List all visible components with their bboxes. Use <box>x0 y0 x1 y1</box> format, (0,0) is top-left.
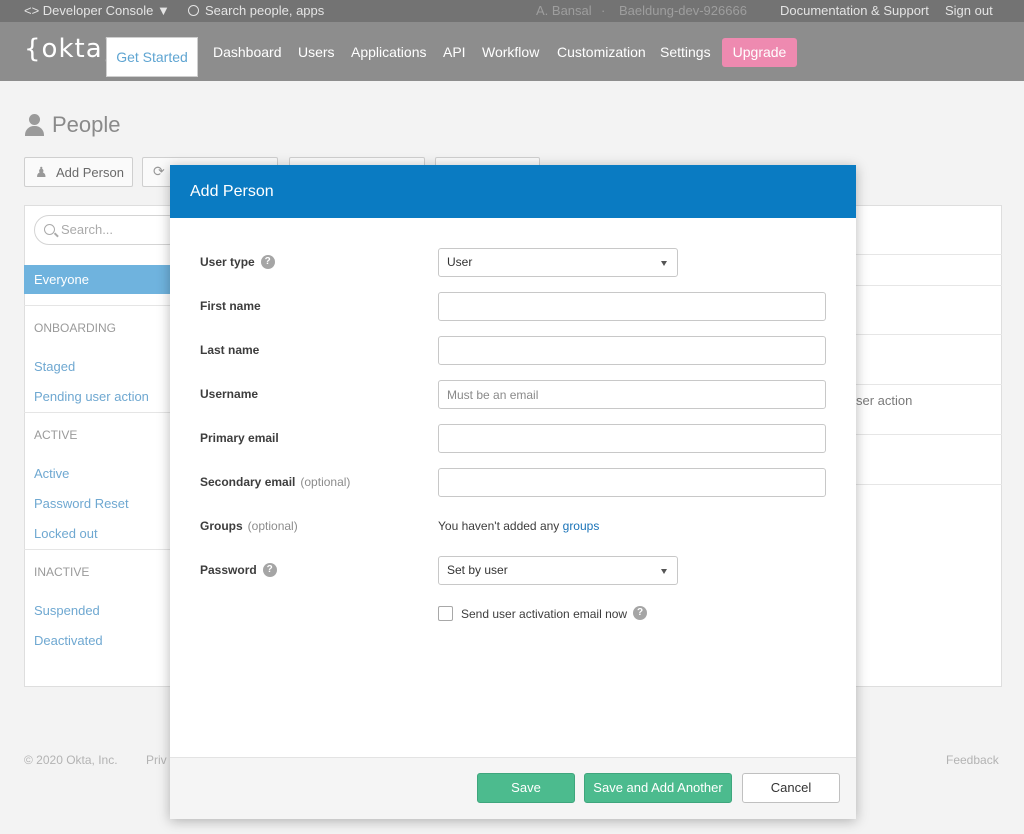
save-button[interactable]: Save <box>477 773 575 803</box>
separator: · <box>601 3 606 18</box>
password-value: Set by user <box>447 563 508 577</box>
sidebar-item-suspended[interactable]: Suspended <box>34 603 100 618</box>
sidebar-item-deactivated[interactable]: Deactivated <box>34 633 103 648</box>
primary-email-label: Primary email <box>200 431 279 445</box>
last-name-field[interactable] <box>438 336 826 365</box>
footer-copyright: © 2020 Okta, Inc. <box>24 753 118 767</box>
activation-email-checkbox[interactable] <box>438 606 453 621</box>
table-cell-status: ser action <box>856 393 913 408</box>
username-field[interactable] <box>438 380 826 409</box>
sidebar-heading-active: ACTIVE <box>34 428 78 442</box>
nav-settings[interactable]: Settings <box>660 44 711 60</box>
save-and-add-another-button[interactable]: Save and Add Another <box>584 773 732 803</box>
cancel-button[interactable]: Cancel <box>742 773 840 803</box>
nav-applications[interactable]: Applications <box>351 44 427 60</box>
nav-customization[interactable]: Customization <box>557 44 646 60</box>
first-name-field[interactable] <box>438 292 826 321</box>
people-search-input[interactable]: Search... <box>34 215 184 245</box>
groups-link[interactable]: groups <box>563 519 600 533</box>
sidebar-item-password-reset[interactable]: Password Reset <box>34 496 129 511</box>
add-person-label: Add Person <box>56 165 124 180</box>
first-name-label: First name <box>200 299 261 313</box>
refresh-icon: ⟳ <box>153 163 165 179</box>
activation-email-option: Send user activation email now ? <box>438 605 648 621</box>
add-person-button[interactable]: ♟ Add Person <box>24 157 133 187</box>
divider <box>24 549 174 550</box>
password-label: Password? <box>200 562 277 578</box>
upgrade-button[interactable]: Upgrade <box>722 38 797 67</box>
user-type-label-text: User type <box>200 255 255 269</box>
docs-link[interactable]: Documentation & Support <box>780 3 929 18</box>
table-row-divider <box>856 254 1002 255</box>
top-bar: <> Developer Console ▼ Search people, ap… <box>0 0 1024 22</box>
sidebar-item-locked-out[interactable]: Locked out <box>34 526 98 541</box>
get-started-button[interactable]: Get Started <box>106 37 198 77</box>
footer-privacy-link[interactable]: Priv <box>146 753 167 767</box>
sidebar-item-everyone[interactable]: Everyone <box>24 265 174 294</box>
activation-email-label[interactable]: Send user activation email now <box>461 607 627 621</box>
divider <box>24 305 174 306</box>
developer-console-menu[interactable]: <> Developer Console ▼ <box>24 3 170 18</box>
nav-users[interactable]: Users <box>298 44 335 60</box>
table-row-divider <box>856 334 1002 335</box>
nav-api[interactable]: API <box>443 44 466 60</box>
username-label: Username <box>200 387 259 401</box>
sidebar-heading-inactive: INACTIVE <box>34 565 90 579</box>
global-search[interactable]: Search people, apps <box>188 3 324 18</box>
password-select[interactable]: Set by user <box>438 556 678 585</box>
add-person-dialog: Add Person User type? User First name La… <box>170 165 856 819</box>
search-icon <box>188 5 199 16</box>
table-row-divider <box>856 285 1002 286</box>
page-title-text: People <box>52 112 121 137</box>
sidebar-item-pending[interactable]: Pending user action <box>34 389 149 404</box>
sidebar-heading-onboarding: ONBOARDING <box>34 321 117 335</box>
user-type-value: User <box>447 255 473 269</box>
password-label-text: Password <box>200 563 257 577</box>
global-search-placeholder: Search people, apps <box>205 3 325 18</box>
page-title: People <box>24 112 121 138</box>
sign-out-link[interactable]: Sign out <box>945 3 993 18</box>
groups-empty-text: You haven't added any groups <box>438 519 599 533</box>
dialog-title: Add Person <box>170 165 856 218</box>
nav-workflow[interactable]: Workflow <box>482 44 539 60</box>
sidebar-item-active[interactable]: Active <box>34 466 69 481</box>
table-row-divider <box>856 484 1002 485</box>
groups-empty-message: You haven't added any <box>438 519 560 533</box>
last-name-label: Last name <box>200 343 260 357</box>
user-type-label: User type? <box>200 254 275 270</box>
add-user-icon: ♟ <box>35 164 48 180</box>
user-type-select[interactable]: User <box>438 248 678 277</box>
org-name: Baeldung-dev-926666 <box>619 3 747 18</box>
search-icon <box>44 224 55 235</box>
help-icon[interactable]: ? <box>262 562 277 577</box>
groups-label-text: Groups <box>200 519 243 533</box>
people-search-placeholder: Search... <box>61 222 114 237</box>
user-name: A. Bansal <box>536 3 592 18</box>
groups-label: Groups (optional) <box>200 519 298 533</box>
optional-hint: (optional) <box>247 519 298 533</box>
table-row-divider <box>856 384 1002 385</box>
main-nav: {okta} Get Started Dashboard Users Appli… <box>0 22 1024 81</box>
help-icon[interactable]: ? <box>633 605 648 620</box>
nav-dashboard[interactable]: Dashboard <box>213 44 282 60</box>
table-row-divider <box>856 434 1002 435</box>
secondary-email-label-text: Secondary email <box>200 475 296 489</box>
divider <box>24 412 174 413</box>
chevron-down-icon <box>661 261 667 266</box>
chevron-down-icon <box>661 569 667 574</box>
optional-hint: (optional) <box>300 475 351 489</box>
secondary-email-field[interactable] <box>438 468 826 497</box>
help-icon[interactable]: ? <box>260 254 275 269</box>
sidebar-item-staged[interactable]: Staged <box>34 359 75 374</box>
secondary-email-label: Secondary email (optional) <box>200 475 350 489</box>
primary-email-field[interactable] <box>438 424 826 453</box>
person-icon <box>24 113 46 137</box>
footer-feedback-link[interactable]: Feedback <box>946 753 999 767</box>
